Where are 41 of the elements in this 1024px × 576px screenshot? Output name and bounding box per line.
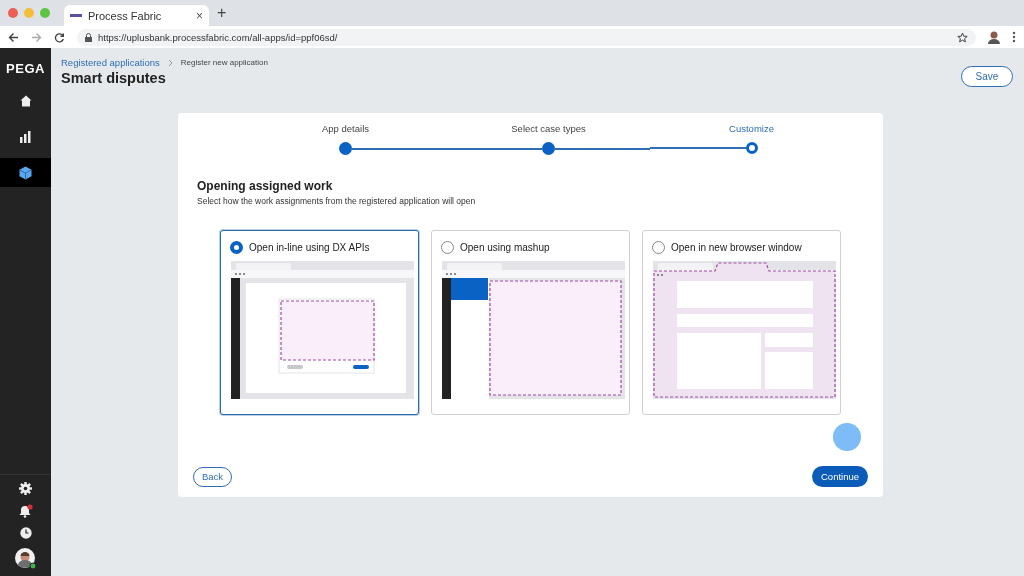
section-heading: Opening assigned work [197, 179, 334, 193]
option-label: Open using mashup [460, 242, 550, 253]
section-description: Select how the work assignments from the registered application will open [197, 196, 477, 206]
breadcrumb-link[interactable]: Registered applications [61, 57, 160, 68]
chevron-icon [167, 58, 173, 67]
menu-icon[interactable] [1012, 31, 1016, 43]
option-label: Open in-line using DX APIs [249, 242, 370, 253]
star-icon[interactable] [957, 31, 968, 43]
clock-icon[interactable] [19, 527, 32, 539]
page-title: Smart disputes [61, 70, 167, 86]
user-avatar-icon[interactable] [14, 548, 37, 570]
back-icon[interactable] [8, 31, 19, 43]
option-card[interactable]: Open in-line using DX APIs [220, 230, 419, 415]
radio-button[interactable] [441, 241, 454, 254]
reload-icon[interactable] [54, 31, 65, 43]
breadcrumb-current: Register new application [180, 58, 268, 67]
lock-icon [85, 32, 92, 42]
favicon-icon [70, 13, 82, 18]
step-label: Customize [729, 123, 774, 134]
new-tab-button[interactable]: + [217, 4, 227, 22]
browser-tab[interactable]: Process Fabric × [64, 5, 209, 26]
bar-chart-icon[interactable] [20, 130, 31, 143]
option-card[interactable]: Open in new browser window [642, 230, 841, 415]
nav-item[interactable] [0, 158, 51, 187]
address-bar[interactable]: https://uplusbank.processfabric.com/all-apps/id=ppf06sd/ [77, 28, 976, 46]
save-button[interactable]: Save [961, 66, 1013, 87]
home-icon[interactable] [19, 94, 32, 107]
continue-button[interactable]: Continue [812, 466, 868, 487]
option-label: Open in new browser window [671, 242, 802, 253]
close-window-icon[interactable] [8, 8, 18, 18]
back-button[interactable]: Back [193, 466, 232, 487]
radio-button[interactable] [230, 241, 243, 254]
pega-logo[interactable]: PEGA [0, 48, 51, 86]
settings-icon[interactable] [19, 482, 32, 495]
bell-icon[interactable] [18, 504, 33, 518]
step-label: Select case types [511, 123, 586, 134]
cube-icon[interactable] [19, 165, 32, 180]
option-card[interactable]: Open using mashup [431, 230, 630, 415]
radio-button[interactable] [652, 241, 665, 254]
step-label: App details [322, 123, 369, 134]
profile-avatar-icon[interactable] [988, 30, 1000, 44]
